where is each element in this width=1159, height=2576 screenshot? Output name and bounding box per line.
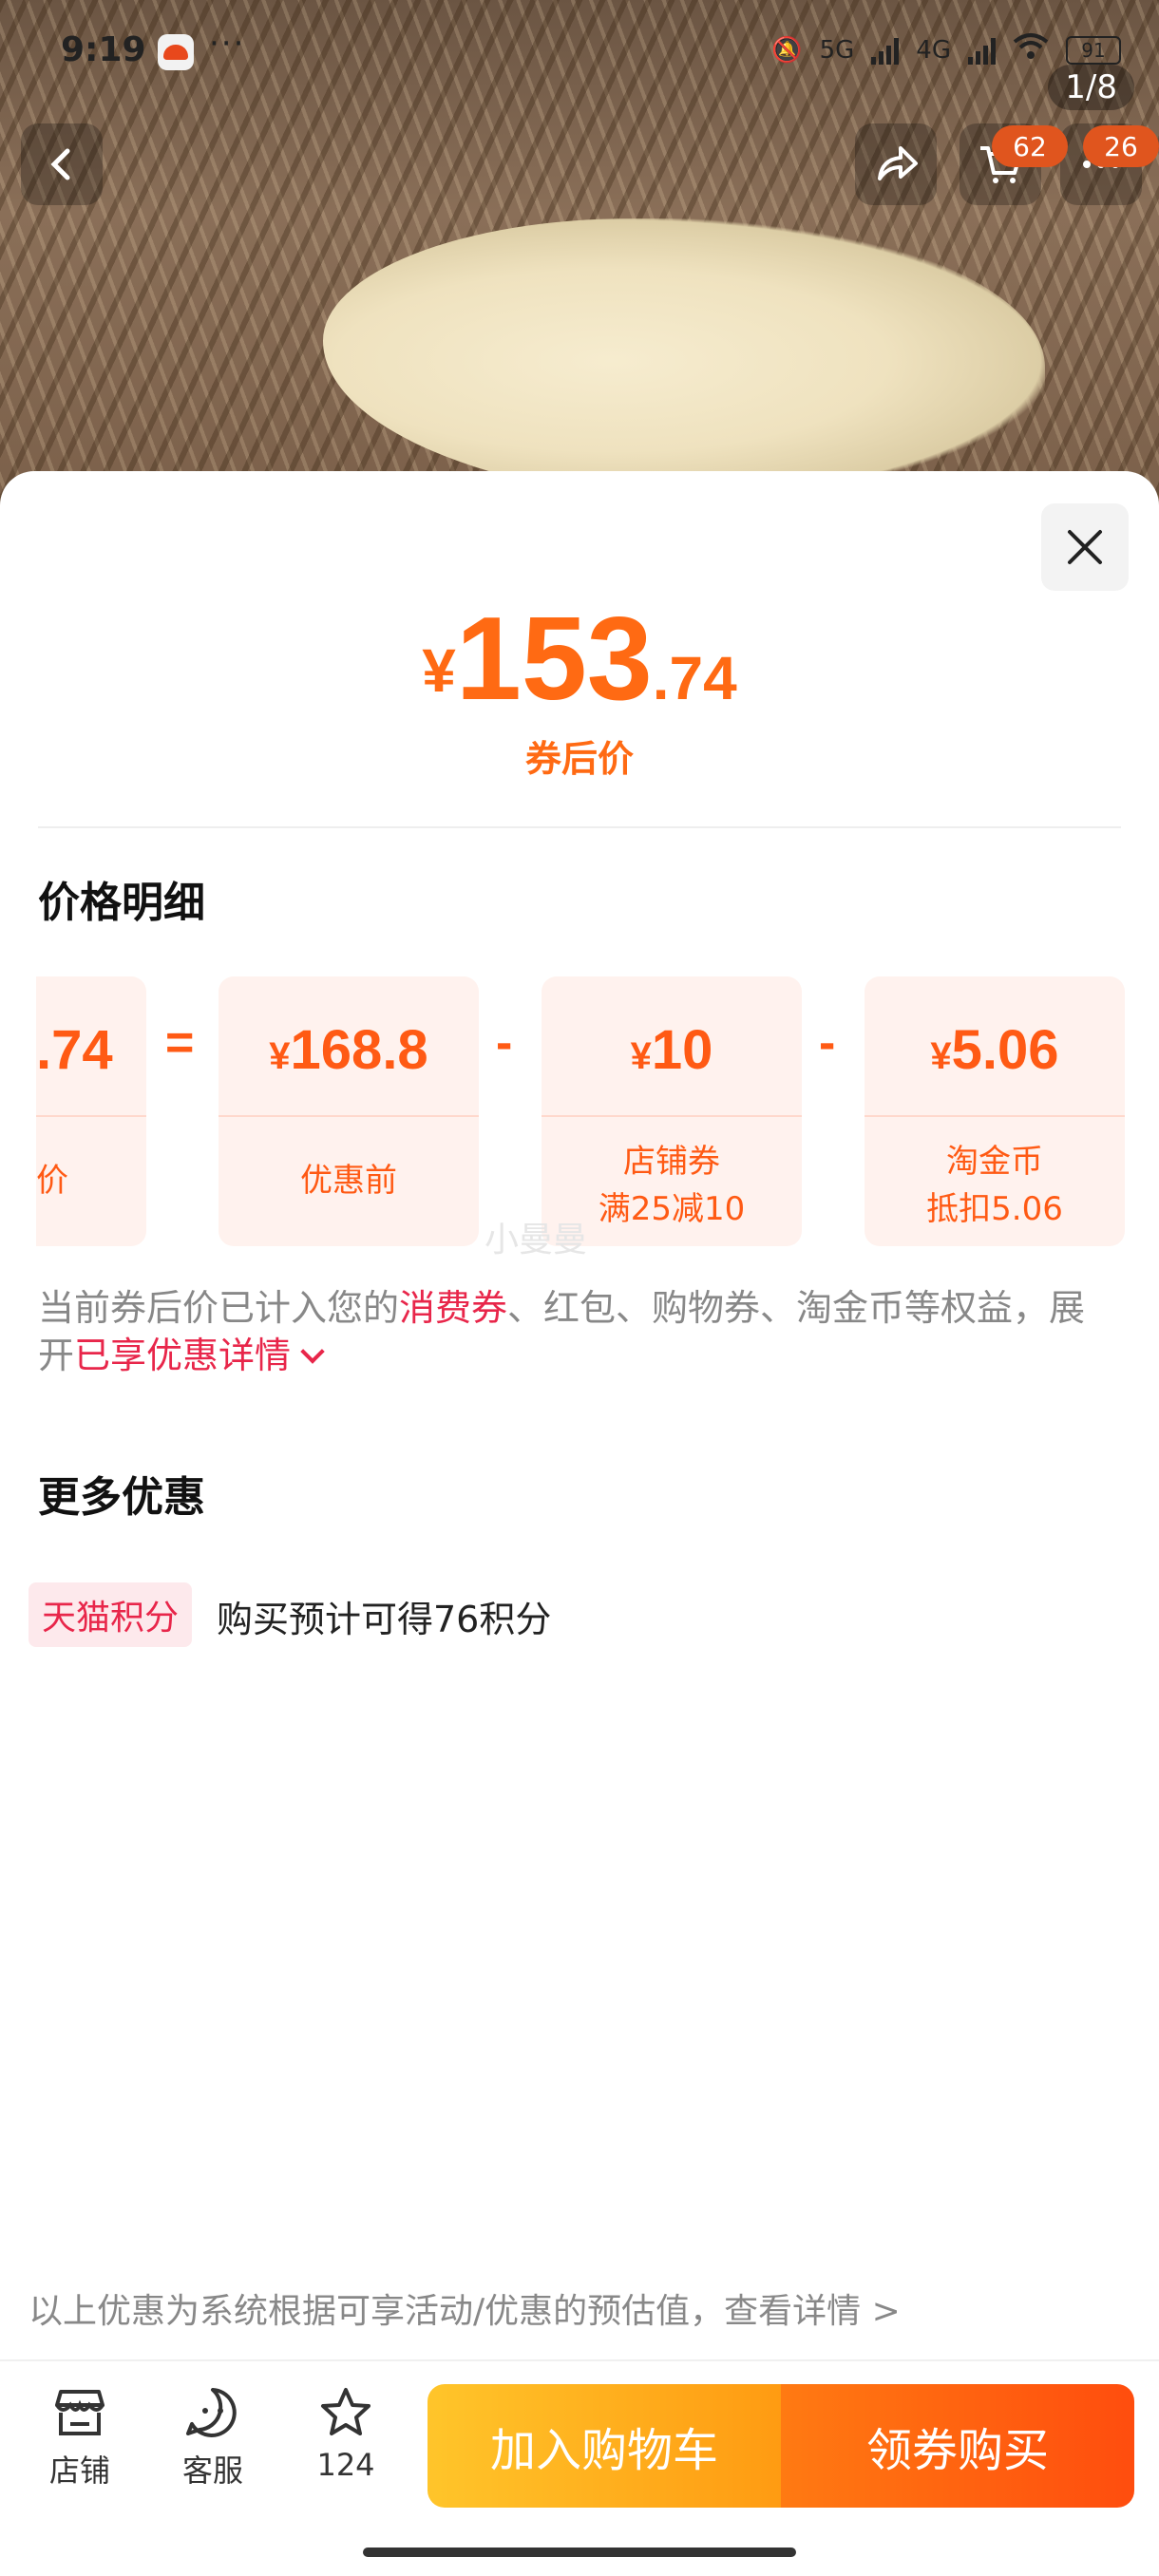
price-integer: 153 (455, 594, 653, 725)
store-icon (55, 2390, 104, 2435)
breakdown-card-store-coupon: ¥10 店铺券 满25减10 (542, 976, 802, 1246)
divider (38, 826, 1121, 828)
star-icon (321, 2388, 370, 2435)
more-offers-title: 更多优惠 (38, 1473, 205, 1522)
store-button[interactable]: 店铺 (23, 2386, 137, 2491)
breakdown-result-label: 价 (36, 1162, 68, 1200)
customer-service-label: 客服 (181, 2453, 243, 2489)
add-to-cart-button[interactable]: 加入购物车 (428, 2384, 781, 2508)
chevron-left-icon (50, 148, 70, 180)
close-button[interactable] (1041, 503, 1129, 591)
discount-details-link[interactable]: 已享优惠详情 (74, 1335, 325, 1376)
consumer-coupon-link[interactable]: 消费券 (399, 1287, 507, 1329)
minus-sign: - (496, 1015, 513, 1070)
price-detail-sheet (0, 471, 1159, 2576)
final-price: ¥153.74 (0, 600, 1159, 718)
home-indicator[interactable] (363, 2548, 796, 2557)
customer-service-button[interactable]: 客服 (156, 2386, 270, 2491)
store-coupon-currency: ¥ (630, 1035, 652, 1077)
chevron-down-icon (300, 1339, 325, 1364)
disclaimer-link[interactable]: 以上优惠为系统根据可享活动/优惠的预估值，查看详情 > (28, 2283, 901, 2333)
favorite-count: 124 (316, 2447, 375, 2483)
product-photo-cloth (323, 218, 1045, 503)
image-page-indicator: 1/8 (1048, 65, 1134, 110)
equals-sign: = (165, 1015, 195, 1070)
store-coupon-label: 店铺券 (623, 1143, 720, 1181)
taojinbi-amount: 5.06 (951, 1019, 1059, 1081)
breakdown-card-taojinbi: ¥5.06 淘金币 抵扣5.06 (864, 976, 1125, 1246)
status-bar: 9:19 ··· 🔕 5G 4G 91 (0, 0, 1159, 104)
note-prefix: 当前券后价已计入您的 (38, 1287, 400, 1329)
mute-icon: 🔕 (771, 35, 803, 65)
price-currency: ¥ (422, 636, 456, 705)
share-icon (878, 146, 918, 180)
close-icon (1068, 530, 1102, 564)
price-breakdown-title: 价格明细 (38, 879, 205, 927)
message-count-badge: 26 (1083, 125, 1159, 167)
favorite-button[interactable]: 124 (289, 2386, 403, 2483)
discount-details-label: 已享优惠详情 (74, 1335, 292, 1376)
final-price-label: 券后价 (524, 738, 634, 780)
original-amount: 168.8 (290, 1019, 428, 1081)
taojinbi-detail: 抵扣5.06 (926, 1190, 1063, 1228)
signal-icon (871, 36, 900, 65)
more-notifications-icon: ··· (209, 25, 246, 63)
breakdown-result-card: .74 价 (36, 976, 146, 1246)
tmall-points-tag: 天猫积分 (28, 1582, 193, 1647)
price-note: 当前券后价已计入您的消费券、红包、购物券、淘金币等权益，展开已享优惠详情 (38, 1284, 1121, 1379)
battery-icon: 91 (1066, 35, 1121, 65)
network-5g-label: 5G (819, 35, 855, 65)
claim-coupon-buy-button[interactable]: 领券购买 (781, 2384, 1134, 2508)
taojinbi-currency: ¥ (930, 1035, 952, 1077)
original-label: 优惠前 (300, 1162, 397, 1200)
taojinbi-label: 淘金币 (946, 1143, 1043, 1181)
status-indicators: 🔕 5G 4G 91 (771, 32, 1121, 67)
tmall-points-text: 购买预计可得76积分 (217, 1599, 552, 1640)
share-button[interactable] (855, 123, 937, 205)
back-button[interactable] (21, 123, 103, 205)
breakdown-card-original: ¥168.8 优惠前 (218, 976, 479, 1246)
minus-sign-2: - (819, 1015, 836, 1070)
signal-icon-2 (968, 36, 996, 65)
breakdown-result-amount: .74 (36, 1019, 113, 1081)
wifi-icon (1013, 32, 1049, 67)
network-4g-label: 4G (916, 35, 951, 65)
customer-service-icon (186, 2388, 237, 2437)
cart-count-badge: 62 (992, 125, 1068, 167)
price-decimal: .74 (652, 644, 737, 712)
app-notification-icon (158, 34, 194, 70)
status-time: 9:19 (61, 30, 146, 69)
bottom-divider (0, 2359, 1159, 2361)
store-label: 店铺 (48, 2453, 110, 2489)
watermark-text: 小曼曼 (484, 1221, 588, 1260)
store-coupon-amount: 10 (651, 1019, 713, 1081)
original-currency: ¥ (269, 1035, 291, 1077)
